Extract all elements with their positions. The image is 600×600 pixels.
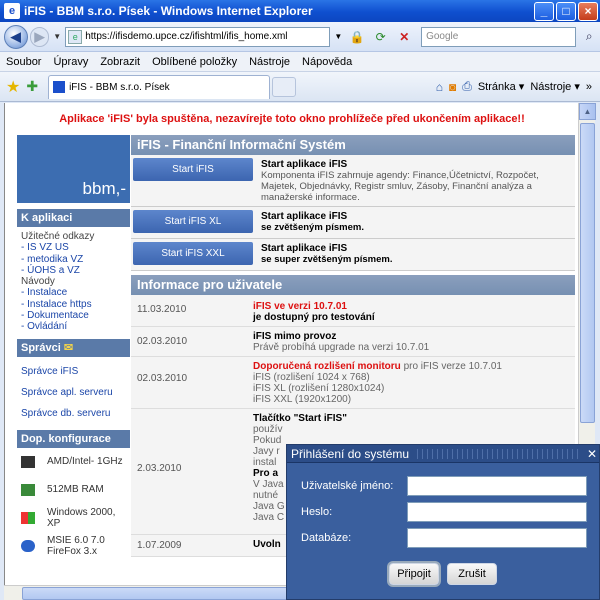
admin-app-server-link[interactable]: Správce apl. serveru — [17, 382, 130, 403]
app-notice: Aplikace 'iFIS' byla spuštěna, nezavírej… — [59, 113, 525, 125]
page-menu[interactable]: Stránka ▾ — [478, 80, 525, 93]
info-row: 11.03.2010 iFIS ve verzi 10.7.01 je dostu… — [131, 295, 575, 327]
config-ram: 512MB RAM — [17, 476, 130, 504]
menu-bar: Soubor Úpravy Zobrazit Oblíbené položky … — [0, 52, 600, 72]
address-toolbar: ◀ ▶ ▼ e https://ifisdemo.upce.cz/ifishtm… — [0, 22, 600, 52]
lock-icon[interactable]: 🔒 — [346, 27, 368, 47]
admin-db-server-link[interactable]: Správce db. serveru — [17, 403, 130, 424]
start-ifis-button[interactable]: Start iFIS — [133, 158, 253, 181]
print-icon[interactable]: ⎙ — [462, 79, 472, 94]
config-os: Windows 2000, XP — [17, 504, 130, 532]
address-dropdown-icon[interactable]: ▼ — [332, 27, 344, 47]
search-input[interactable]: Google — [421, 26, 577, 47]
sidebar: bbm,- K aplikaci Užitečné odkazy - IS VZ… — [17, 135, 130, 585]
link-instalace-https[interactable]: - Instalace https — [21, 299, 126, 310]
address-input[interactable]: e https://ifisdemo.upce.cz/ifishtml/ifis… — [65, 26, 331, 47]
start-row-ifis-xl: Start iFIS XL Start aplikace iFIS se zvět… — [131, 207, 575, 239]
tab-favicon — [53, 81, 66, 93]
password-row: Heslo: — [287, 501, 600, 523]
info-row: 02.03.2010 iFIS mimo provoz Právě probíhá… — [131, 327, 575, 357]
forward-button[interactable]: ▶ — [29, 26, 50, 47]
main-title: iFIS - Finanční Informační Systém — [131, 135, 575, 155]
start-row-ifis: Start iFIS Start aplikace iFIS Komponenta… — [131, 155, 575, 207]
browser-tab[interactable]: iFIS - BBM s.r.o. Písek — [48, 74, 271, 99]
config-cpu: AMD/Intel- 1GHz — [17, 448, 130, 476]
ie-icon: e — [4, 3, 20, 19]
favorites-star-icon[interactable]: ★ — [6, 77, 20, 97]
windows-icon — [21, 511, 35, 524]
tab-label: iFIS - BBM s.r.o. Písek — [69, 81, 170, 93]
browser-icon — [21, 539, 35, 552]
search-icon[interactable]: ⌕ — [578, 27, 600, 47]
mail-icon: ✉ — [63, 341, 74, 354]
sidebar-heading-apps: K aplikaci — [17, 209, 130, 227]
sidebar-heading-admins: Správci ✉ — [17, 338, 130, 357]
back-button[interactable]: ◀ — [4, 24, 28, 49]
start-ifis-xxl-button[interactable]: Start iFIS XXL — [133, 242, 253, 265]
cancel-button[interactable]: Zrušit — [447, 563, 497, 585]
start-ifis-xl-button[interactable]: Start iFIS XL — [133, 210, 253, 233]
link-ovladani[interactable]: - Ovládání — [21, 321, 126, 332]
login-dialog: Přihlášení do systému ✕ Uživatelské jmén… — [286, 444, 600, 600]
admin-ifis-link[interactable]: Správce iFIS — [17, 361, 130, 382]
menu-soubor[interactable]: Soubor — [6, 56, 41, 68]
scroll-up-icon[interactable]: ▲ — [579, 103, 596, 120]
menu-upravy[interactable]: Úpravy — [53, 56, 88, 68]
link-instalace[interactable]: - Instalace — [21, 287, 126, 298]
bbm-logo: bbm,- — [17, 135, 130, 203]
menu-zobrazit[interactable]: Zobrazit — [100, 56, 140, 68]
link-is-vz-us[interactable]: - IS VZ US — [21, 242, 126, 253]
scroll-thumb[interactable] — [580, 123, 595, 423]
sidebar-heading-config: Dop. konfigurace — [17, 429, 130, 448]
username-row: Uživatelské jméno: — [287, 475, 600, 497]
config-browser: MSIE 6.0 7.0 FireFox 3.x — [17, 532, 130, 560]
link-metodika-vz[interactable]: - metodika VZ — [21, 254, 126, 265]
database-row: Databáze: — [287, 527, 600, 549]
maximize-button[interactable]: □ — [556, 1, 576, 21]
menu-oblibene[interactable]: Oblíbené položky — [152, 56, 237, 68]
database-input[interactable] — [407, 528, 587, 548]
feeds-icon[interactable]: ◙ — [449, 80, 456, 94]
info-title: Informace pro uživatele — [131, 275, 575, 295]
home-icon[interactable]: ⌂ — [436, 80, 443, 94]
chevron-icon[interactable]: » — [586, 81, 592, 93]
stop-icon[interactable]: ✕ — [393, 27, 415, 47]
close-button[interactable]: × — [578, 1, 598, 21]
sidebar-links: Užitečné odkazy - IS VZ US - metodika VZ… — [17, 227, 130, 333]
link-dokumentace[interactable]: - Dokumentace — [21, 310, 126, 321]
start-row-ifis-xxl: Start iFIS XXL Start aplikace iFIS se sup… — [131, 239, 575, 271]
ram-icon — [21, 483, 35, 496]
new-tab-button[interactable] — [272, 76, 297, 97]
add-favorite-icon[interactable]: ✚ — [26, 78, 38, 95]
history-dropdown-icon[interactable]: ▼ — [53, 32, 61, 41]
minimize-button[interactable]: _ — [534, 1, 554, 21]
link-uohs-vz[interactable]: - ÚOHS a VZ — [21, 265, 126, 276]
username-input[interactable] — [407, 476, 587, 496]
refresh-icon[interactable]: ⟳ — [370, 27, 392, 47]
menu-napoveda[interactable]: Nápověda — [302, 56, 352, 68]
tools-menu[interactable]: Nástroje ▾ — [530, 80, 580, 93]
dialog-close-icon[interactable]: ✕ — [585, 447, 599, 461]
window-title: iFIS - BBM s.r.o. Písek - Windows Intern… — [24, 4, 313, 18]
favorites-bar: ★ ✚ iFIS - BBM s.r.o. Písek ⌂ ◙ ⎙ Stránk… — [0, 72, 600, 102]
password-input[interactable] — [407, 502, 587, 522]
cpu-icon — [21, 455, 35, 468]
window-titlebar: e iFIS - BBM s.r.o. Písek - Windows Inte… — [0, 0, 600, 22]
menu-nastroje[interactable]: Nástroje — [249, 56, 290, 68]
url-text: https://ifisdemo.upce.cz/ifishtml/ifis_h… — [85, 31, 288, 42]
login-dialog-titlebar[interactable]: Přihlášení do systému ✕ — [287, 445, 599, 463]
info-row: 02.03.2010 Doporučená rozlišení monitoru… — [131, 357, 575, 409]
connect-button[interactable]: Připojit — [389, 563, 439, 585]
page-icon: e — [68, 29, 83, 44]
